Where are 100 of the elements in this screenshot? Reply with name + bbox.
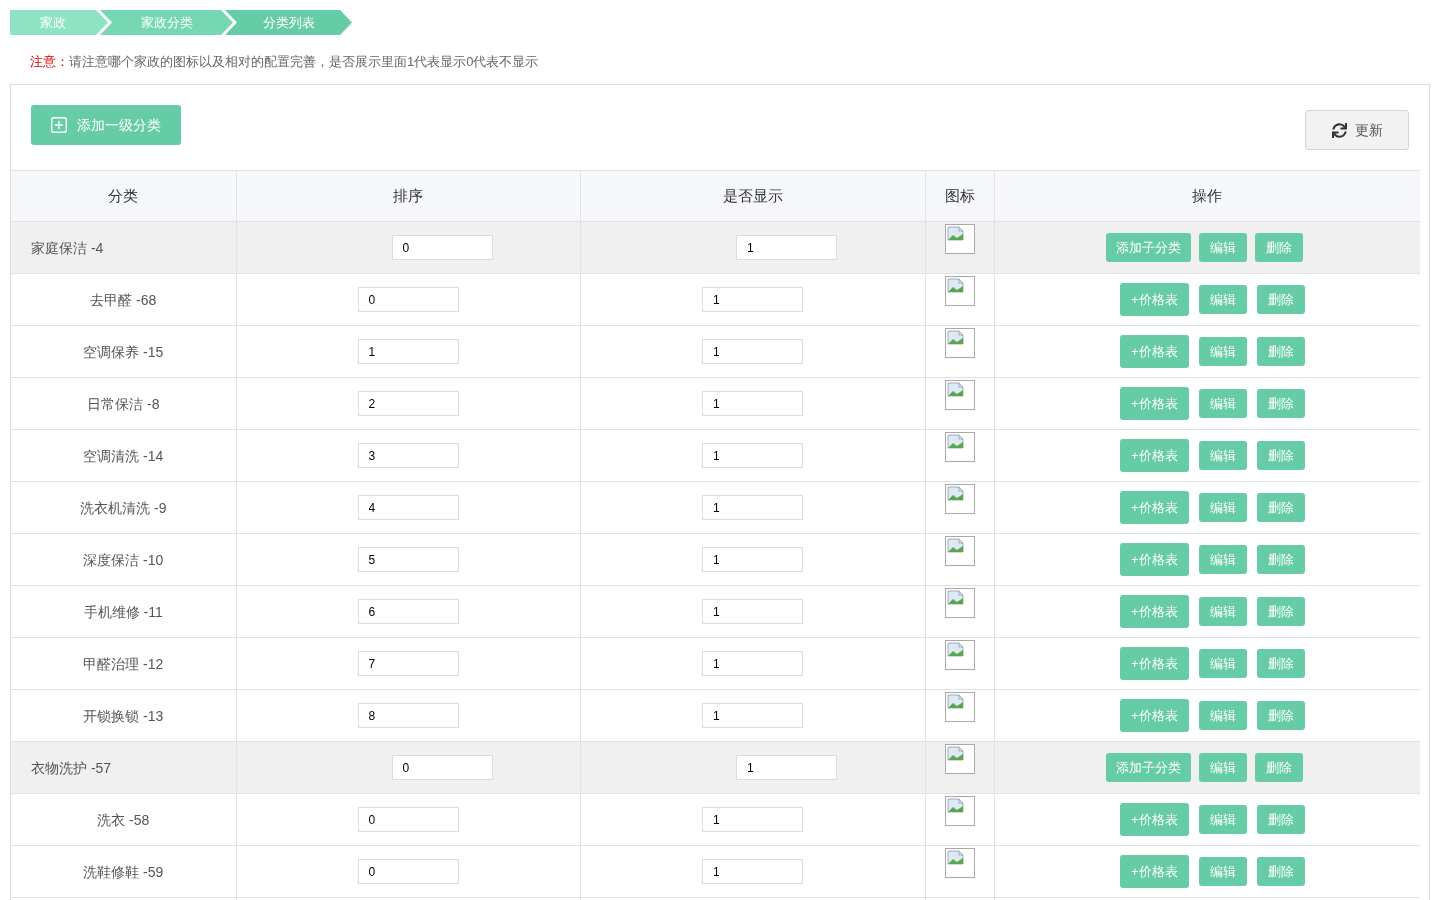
add-price-button[interactable]: +价格表: [1119, 699, 1189, 732]
add-price-button[interactable]: +价格表: [1119, 543, 1189, 576]
category-name: 衣物洗护 -57: [31, 759, 112, 776]
add-subcategory-button[interactable]: 添加子分类: [1105, 753, 1191, 782]
sort-input[interactable]: 0: [391, 755, 493, 781]
show-input[interactable]: 1: [702, 495, 803, 521]
delete-button[interactable]: 删除: [1256, 597, 1305, 626]
column-header: 图标: [925, 170, 994, 222]
delete-button[interactable]: 删除: [1256, 649, 1305, 678]
broken-image-icon: [944, 536, 975, 566]
show-input[interactable]: 1: [736, 755, 837, 781]
delete-button[interactable]: 删除: [1256, 701, 1305, 730]
show-input[interactable]: 1: [702, 651, 803, 677]
add-price-button[interactable]: +价格表: [1119, 283, 1189, 316]
add-price-button[interactable]: +价格表: [1119, 439, 1189, 472]
show-input[interactable]: 1: [702, 859, 803, 885]
notice-text: 注意：请注意哪个家政的图标以及相对的配置完善，是否展示里面1代表显示0代表不显示: [30, 53, 540, 71]
sort-input[interactable]: 6: [357, 599, 459, 625]
sort-input[interactable]: 8: [357, 703, 459, 729]
delete-button[interactable]: 删除: [1256, 857, 1305, 886]
breadcrumb-link[interactable]: 家政分类: [100, 10, 233, 35]
category-name: 空调清洗 -14: [83, 447, 164, 464]
category-name: 洗衣 -58: [97, 811, 150, 828]
sort-input[interactable]: 0: [357, 807, 459, 833]
broken-image-icon: [944, 796, 975, 826]
edit-button[interactable]: 编辑: [1198, 389, 1247, 418]
category-name: 去甲醛 -68: [90, 291, 157, 308]
category-name: 空调保养 -15: [83, 343, 164, 360]
show-input[interactable]: 1: [702, 807, 803, 833]
delete-button[interactable]: 删除: [1256, 493, 1305, 522]
delete-button[interactable]: 删除: [1254, 753, 1303, 782]
edit-button[interactable]: 编辑: [1198, 545, 1247, 574]
broken-image-icon: [944, 588, 975, 618]
edit-button[interactable]: 编辑: [1198, 649, 1247, 678]
sort-input[interactable]: 0: [357, 859, 459, 885]
delete-button[interactable]: 删除: [1256, 285, 1305, 314]
breadcrumb-link[interactable]: 分类列表: [225, 10, 352, 35]
sort-input[interactable]: 1: [357, 339, 459, 365]
sort-input[interactable]: 4: [357, 495, 459, 521]
add-price-button[interactable]: +价格表: [1119, 387, 1189, 420]
sort-input[interactable]: 5: [357, 547, 459, 573]
refresh-icon: [1331, 122, 1347, 138]
add-category-button[interactable]: 添加一级分类: [31, 105, 181, 145]
sort-input[interactable]: 0: [391, 235, 493, 261]
breadcrumb-link[interactable]: 家政: [10, 10, 108, 35]
column-header: 分类: [11, 170, 236, 222]
edit-button[interactable]: 编辑: [1198, 597, 1247, 626]
edit-button[interactable]: 编辑: [1198, 337, 1247, 366]
broken-image-icon: [944, 328, 975, 358]
add-price-button[interactable]: +价格表: [1119, 855, 1189, 888]
add-price-button[interactable]: +价格表: [1119, 335, 1189, 368]
show-input[interactable]: 1: [736, 235, 837, 261]
edit-button[interactable]: 编辑: [1198, 493, 1247, 522]
broken-image-icon: [944, 432, 975, 462]
add-price-button[interactable]: +价格表: [1119, 491, 1189, 524]
broken-image-icon: [944, 744, 975, 774]
column-header: 是否显示: [580, 170, 925, 222]
broken-image-icon: [944, 380, 975, 410]
show-input[interactable]: 1: [702, 443, 803, 469]
show-input[interactable]: 1: [702, 287, 803, 313]
refresh-button[interactable]: 更新: [1305, 110, 1409, 150]
sort-input[interactable]: 0: [357, 287, 459, 313]
sort-input[interactable]: 2: [357, 391, 459, 417]
edit-button[interactable]: 编辑: [1198, 805, 1247, 834]
broken-image-icon: [944, 224, 975, 254]
broken-image-icon: [944, 692, 975, 722]
show-input[interactable]: 1: [702, 599, 803, 625]
show-input[interactable]: 1: [702, 703, 803, 729]
delete-button[interactable]: 删除: [1256, 805, 1305, 834]
plus-square-icon: [51, 117, 67, 133]
edit-button[interactable]: 编辑: [1198, 441, 1247, 470]
edit-button[interactable]: 编辑: [1198, 701, 1247, 730]
broken-image-icon: [944, 848, 975, 878]
category-name: 开锁换锁 -13: [83, 707, 164, 724]
delete-button[interactable]: 删除: [1256, 441, 1305, 470]
edit-button[interactable]: 编辑: [1198, 233, 1247, 262]
sort-input[interactable]: 3: [357, 443, 459, 469]
add-price-button[interactable]: +价格表: [1119, 595, 1189, 628]
sort-input[interactable]: 7: [357, 651, 459, 677]
add-price-button[interactable]: +价格表: [1119, 803, 1189, 836]
category-name: 深度保洁 -10: [83, 551, 164, 568]
broken-image-icon: [944, 484, 975, 514]
category-name: 日常保洁 -8: [87, 395, 160, 412]
delete-button[interactable]: 删除: [1254, 233, 1303, 262]
edit-button[interactable]: 编辑: [1198, 857, 1247, 886]
add-subcategory-button[interactable]: 添加子分类: [1105, 233, 1191, 262]
edit-button[interactable]: 编辑: [1198, 285, 1247, 314]
category-name: 甲醛治理 -12: [83, 655, 164, 672]
add-price-button[interactable]: +价格表: [1119, 647, 1189, 680]
show-input[interactable]: 1: [702, 547, 803, 573]
category-name: 洗衣机清洗 -9: [80, 499, 167, 516]
show-input[interactable]: 1: [702, 391, 803, 417]
delete-button[interactable]: 删除: [1256, 337, 1305, 366]
delete-button[interactable]: 删除: [1256, 545, 1305, 574]
column-header: 排序: [236, 170, 580, 222]
show-input[interactable]: 1: [702, 339, 803, 365]
broken-image-icon: [944, 640, 975, 670]
edit-button[interactable]: 编辑: [1198, 753, 1247, 782]
delete-button[interactable]: 删除: [1256, 389, 1305, 418]
column-header: 操作: [994, 170, 1420, 222]
